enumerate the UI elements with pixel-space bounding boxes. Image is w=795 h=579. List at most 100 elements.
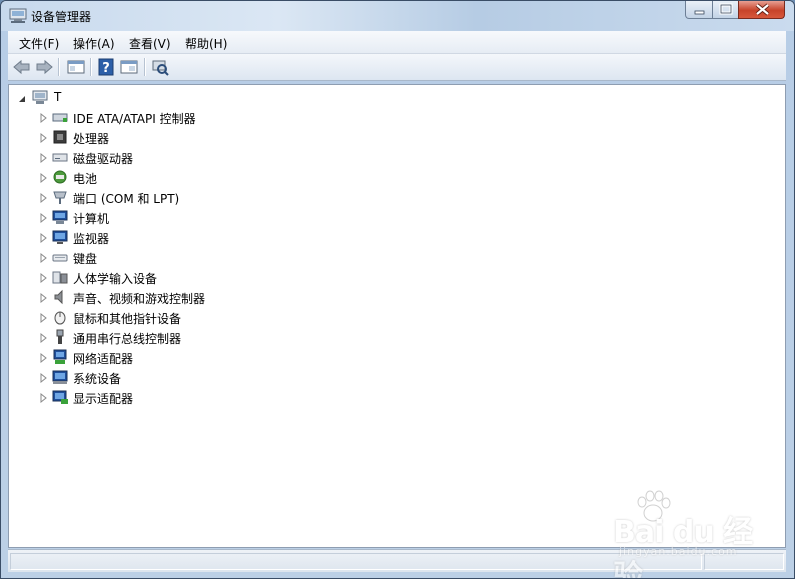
expand-arrow-icon[interactable] (39, 312, 49, 324)
tree-node[interactable]: 系统设备 (9, 367, 409, 387)
network-adapter-icon (52, 349, 68, 365)
display-adapter-icon (52, 389, 68, 405)
menu-action[interactable]: 操作(A) (70, 35, 118, 52)
show-hide-console-tree-button[interactable] (66, 57, 86, 77)
computer-icon (32, 89, 48, 105)
maximize-icon (719, 3, 733, 15)
tree-node[interactable]: 计算机 (9, 207, 409, 227)
tree-node-label: 处理器 (73, 132, 110, 146)
tree-node[interactable]: 声音、视频和游戏控制器 (9, 287, 409, 307)
svg-text:?: ? (102, 61, 110, 76)
tree-node-label: 鼠标和其他指针设备 (73, 312, 182, 326)
mouse-icon (52, 309, 68, 325)
watermark-url: jingyan.baidu.com (619, 545, 738, 558)
close-icon (755, 3, 770, 16)
expand-arrow-icon[interactable] (39, 172, 49, 184)
minimize-icon (694, 10, 705, 15)
device-tree[interactable]: T IDE ATA/ATAPI 控制器 处理器磁盘驱动器电池端口 (COM 和 L… (8, 84, 786, 548)
expand-arrow-icon[interactable] (39, 272, 49, 284)
expand-arrow-icon[interactable] (39, 112, 49, 124)
tree-node-label: 网络适配器 (73, 352, 134, 366)
device-manager-icon (9, 7, 27, 23)
tree-node[interactable]: 人体学输入设备 (9, 267, 409, 287)
toolbar-separator (58, 58, 60, 76)
tree-node-label: 系统设备 (73, 372, 122, 386)
tree-node[interactable]: 端口 (COM 和 LPT) (9, 187, 409, 207)
expand-arrow-icon[interactable] (39, 352, 49, 364)
help-button[interactable]: ? (96, 57, 116, 77)
tree-node-label: 声音、视频和游戏控制器 (73, 292, 206, 306)
help-icon: ? (98, 58, 114, 76)
monitor-icon (52, 229, 68, 245)
tree-node[interactable]: 网络适配器 (9, 347, 409, 367)
speaker-icon (52, 289, 68, 305)
expand-arrow-icon[interactable] (39, 132, 49, 144)
close-button[interactable] (738, 1, 785, 19)
tree-node[interactable]: 监视器 (9, 227, 409, 247)
tree-node-label: 键盘 (73, 252, 98, 266)
tree-node-label: 电池 (73, 172, 98, 186)
system-device-icon (52, 369, 68, 385)
computer-icon (52, 209, 68, 225)
menu-file[interactable]: 文件(F) (16, 35, 62, 52)
tree-node-label: 监视器 (73, 232, 110, 246)
minimize-button[interactable] (685, 1, 713, 19)
expand-arrow-icon[interactable] (39, 212, 49, 224)
expand-arrow-icon[interactable] (39, 392, 49, 404)
tree-root-label: T (54, 90, 62, 104)
device-manager-window: 设备管理器 文件(F) 操作(A) 查看(V) 帮助(H) ? T IDE AT… (0, 0, 795, 579)
tree-root[interactable]: T (9, 87, 209, 107)
keyboard-icon (52, 249, 68, 265)
back-button[interactable] (12, 57, 32, 77)
properties-icon (120, 60, 138, 74)
tree-node[interactable]: 键盘 (9, 247, 409, 267)
collapse-arrow-icon[interactable] (18, 93, 28, 103)
tree-node[interactable]: 鼠标和其他指针设备 (9, 307, 409, 327)
tree-node-label: 人体学输入设备 (73, 272, 158, 286)
expand-arrow-icon[interactable] (39, 292, 49, 304)
scan-hardware-changes-button[interactable] (150, 57, 170, 77)
tree-node-label: IDE ATA/ATAPI 控制器 (73, 112, 196, 126)
ide-controller-icon (52, 109, 68, 125)
expand-arrow-icon[interactable] (39, 232, 49, 244)
tree-node-label: 端口 (COM 和 LPT) (73, 192, 180, 206)
battery-icon (52, 169, 68, 185)
baidu-jingyan-watermark: Bai du 经验 jingyan.baidu.com (583, 489, 763, 578)
expand-arrow-icon[interactable] (39, 252, 49, 264)
tree-node[interactable]: 显示适配器 (9, 387, 409, 407)
disk-drive-icon (52, 149, 68, 165)
window-title: 设备管理器 (31, 10, 92, 24)
tree-node-label: 计算机 (73, 212, 110, 226)
tree-node[interactable]: 电池 (9, 167, 409, 187)
processor-icon (52, 129, 68, 145)
port-icon (52, 189, 68, 205)
usb-icon (52, 329, 68, 345)
forward-icon (36, 59, 53, 75)
tree-node[interactable]: 通用串行总线控制器 (9, 327, 409, 347)
tree-node[interactable]: 磁盘驱动器 (9, 147, 409, 167)
tree-node[interactable]: 处理器 (9, 127, 409, 147)
toolbar-separator (144, 58, 146, 76)
expand-arrow-icon[interactable] (39, 372, 49, 384)
back-icon (13, 59, 30, 75)
properties-button[interactable] (119, 57, 139, 77)
tree-node-label: 显示适配器 (73, 392, 134, 406)
tree-node-label: 通用串行总线控制器 (73, 332, 182, 346)
watermark-logo: Bai du 经验 (613, 515, 753, 579)
tree-node[interactable]: IDE ATA/ATAPI 控制器 (9, 107, 409, 127)
menu-help[interactable]: 帮助(H) (182, 35, 230, 52)
scan-hardware-changes-icon (152, 60, 169, 76)
expand-arrow-icon[interactable] (39, 332, 49, 344)
title-bar[interactable]: 设备管理器 (1, 1, 794, 31)
toolbar-separator (90, 58, 92, 76)
menu-bar: 文件(F) 操作(A) 查看(V) 帮助(H) (8, 31, 786, 54)
maximize-button[interactable] (712, 1, 739, 19)
expand-arrow-icon[interactable] (39, 192, 49, 204)
show-hide-console-tree-icon (67, 60, 85, 74)
hid-icon (52, 269, 68, 285)
tree-node-label: 磁盘驱动器 (73, 152, 134, 166)
menu-view[interactable]: 查看(V) (126, 35, 174, 52)
toolbar: ? (8, 54, 786, 81)
expand-arrow-icon[interactable] (39, 152, 49, 164)
forward-button[interactable] (34, 57, 54, 77)
